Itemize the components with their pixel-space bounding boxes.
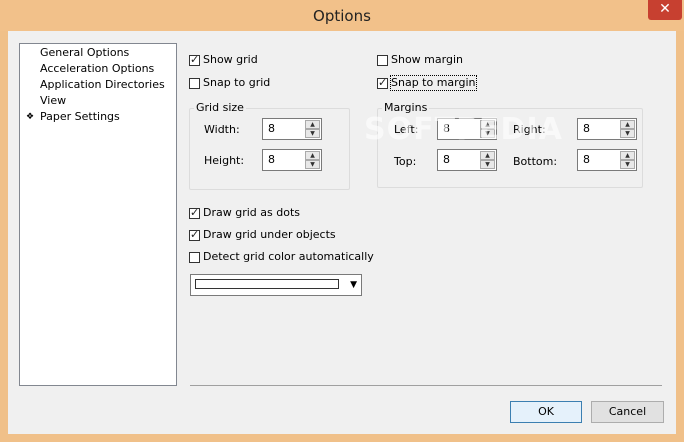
grid-size-title: Grid size	[194, 101, 246, 115]
margin-bottom-spinner[interactable]: 8 ▲ ▼	[577, 149, 637, 171]
grid-color-swatch	[195, 279, 339, 289]
nav-item-acceleration-options[interactable]: Acceleration Options	[40, 61, 154, 77]
nav-item-view[interactable]: View	[40, 93, 66, 109]
grid-height-label: Height:	[204, 154, 245, 167]
margin-bottom-value[interactable]: 8	[583, 153, 590, 167]
spin-down-icon[interactable]: ▼	[620, 160, 635, 169]
spin-up-icon[interactable]: ▲	[305, 120, 320, 129]
margin-top-value[interactable]: 8	[443, 153, 450, 167]
draw-grid-as-dots-checkbox[interactable]	[189, 206, 200, 219]
grid-color-combo[interactable]: ▼	[190, 274, 362, 296]
watermark: SOFTPEDIA	[364, 112, 563, 147]
nav-item-paper-settings[interactable]: Paper Settings	[40, 109, 120, 125]
margin-bottom-label: Bottom:	[513, 155, 558, 168]
detect-grid-color-checkbox[interactable]	[189, 252, 200, 263]
margin-top-label: Top:	[394, 155, 417, 168]
show-grid-checkbox[interactable]	[189, 53, 200, 66]
close-button[interactable]: ✕	[648, 0, 682, 20]
spin-down-icon[interactable]: ▼	[480, 160, 495, 169]
show-margin-checkbox[interactable]	[377, 55, 388, 66]
margin-right-value[interactable]: 8	[583, 122, 590, 136]
spin-up-icon[interactable]: ▲	[620, 151, 635, 160]
ok-button[interactable]: OK	[510, 401, 582, 423]
margin-top-spinner[interactable]: 8 ▲ ▼	[437, 149, 497, 171]
category-list[interactable]: General Options Acceleration Options App…	[19, 43, 177, 386]
spin-up-icon[interactable]: ▲	[620, 120, 635, 129]
detect-grid-color-label: Detect grid color automatically	[203, 250, 374, 263]
window-title: Options	[313, 7, 371, 25]
spin-down-icon[interactable]: ▼	[305, 160, 320, 169]
show-grid-label: Show grid	[203, 53, 258, 66]
show-margin-label: Show margin	[391, 53, 463, 66]
title-bar[interactable]: Options ✕	[0, 0, 684, 31]
margin-right-spinner[interactable]: 8 ▲ ▼	[577, 118, 637, 140]
options-window: Options ✕ General Options Acceleration O…	[0, 0, 684, 442]
footer-divider	[190, 385, 662, 386]
snap-to-grid-checkbox[interactable]	[189, 78, 200, 89]
grid-height-spinner[interactable]: 8 ▲ ▼	[262, 149, 322, 171]
selected-marker-icon: ❖	[26, 112, 35, 122]
dialog-client: General Options Acceleration Options App…	[8, 31, 676, 434]
cancel-button[interactable]: Cancel	[591, 401, 664, 423]
grid-width-value[interactable]: 8	[268, 122, 275, 136]
grid-width-spinner[interactable]: 8 ▲ ▼	[262, 118, 322, 140]
grid-height-value[interactable]: 8	[268, 153, 275, 167]
nav-item-general-options[interactable]: General Options	[40, 45, 129, 61]
spin-down-icon[interactable]: ▼	[620, 129, 635, 138]
nav-item-application-directories[interactable]: Application Directories	[40, 77, 165, 93]
snap-to-margin-checkbox[interactable]	[377, 76, 388, 89]
grid-width-label: Width:	[204, 123, 240, 136]
dropdown-arrow-icon[interactable]: ▼	[350, 278, 357, 292]
spin-down-icon[interactable]: ▼	[305, 129, 320, 138]
spin-up-icon[interactable]: ▲	[480, 151, 495, 160]
draw-grid-under-objects-checkbox[interactable]	[189, 228, 200, 241]
spin-up-icon[interactable]: ▲	[305, 151, 320, 160]
snap-to-margin-label: Snap to margin	[390, 75, 477, 91]
draw-grid-under-objects-label: Draw grid under objects	[203, 228, 336, 241]
draw-grid-as-dots-label: Draw grid as dots	[203, 206, 300, 219]
snap-to-grid-label: Snap to grid	[203, 76, 271, 89]
